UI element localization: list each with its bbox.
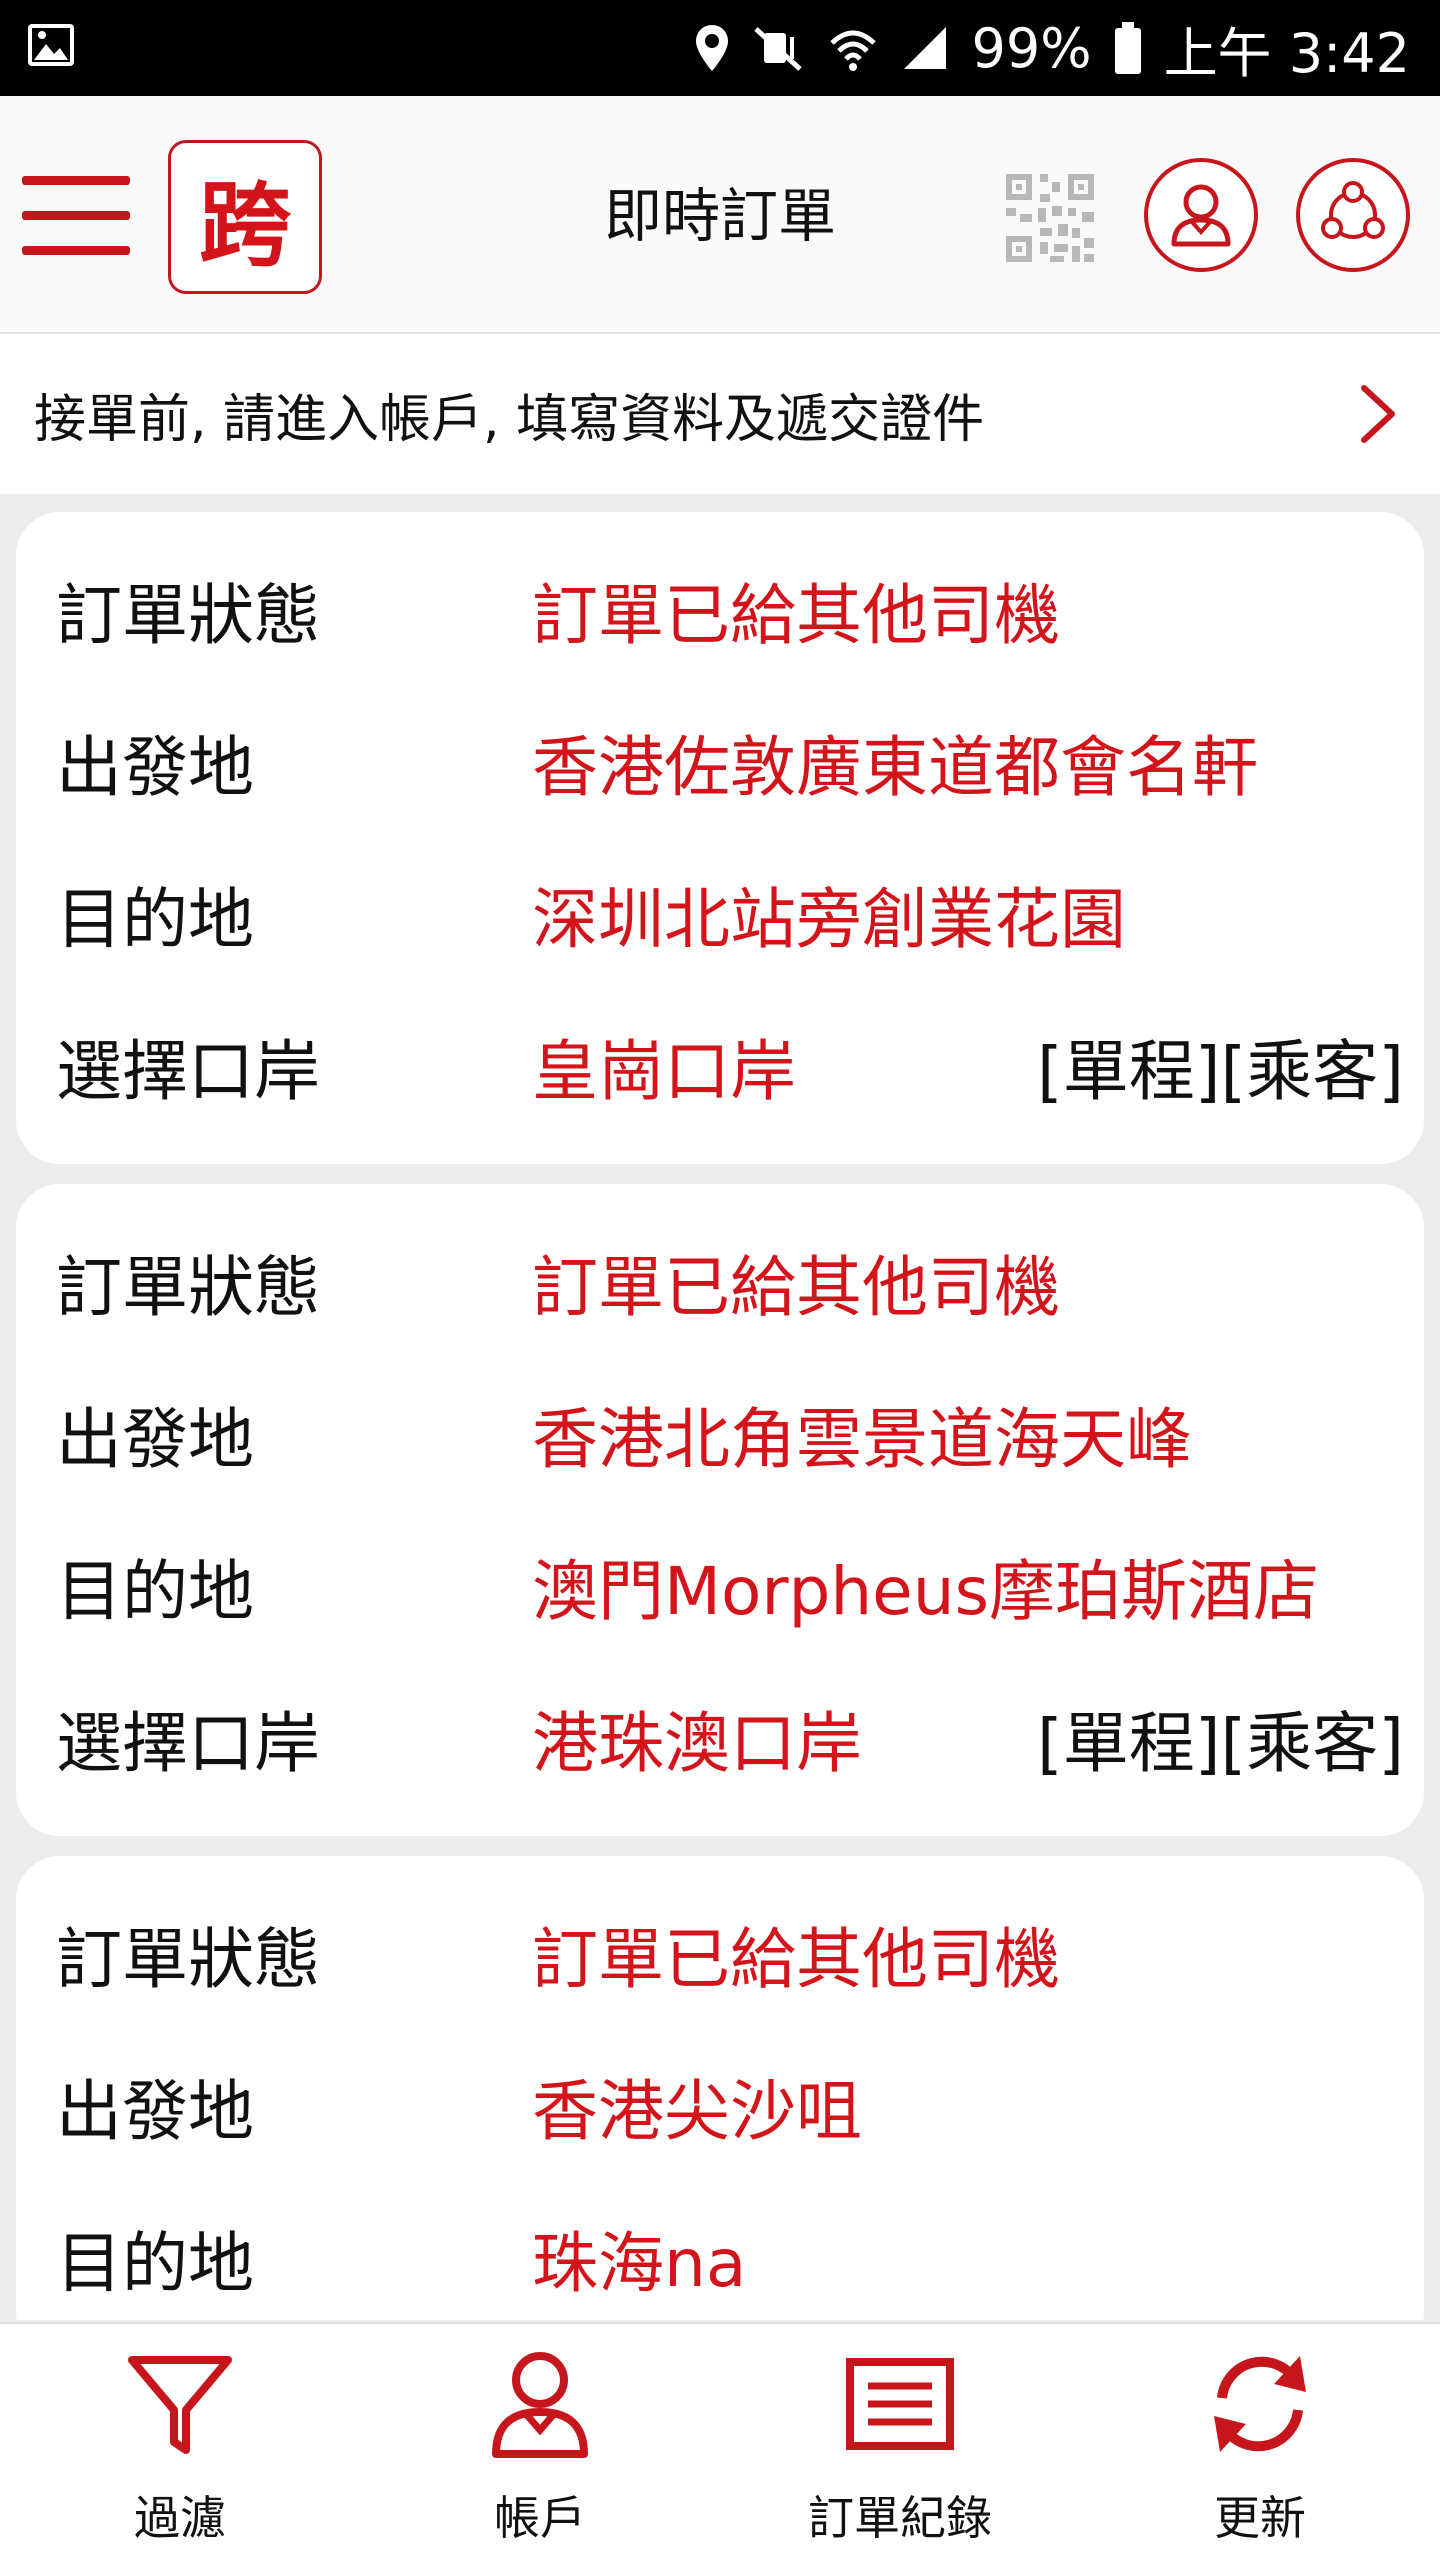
status-label: 訂單狀態 <box>56 1921 320 1998</box>
app-header: 跨 即時訂單 <box>0 96 1440 334</box>
mute-icon <box>752 23 806 73</box>
account-button[interactable] <box>1144 158 1258 272</box>
port-row: 選擇口岸 港珠澳口岸 [單程][乘客] <box>36 1662 1404 1814</box>
order-card[interactable]: 訂單狀態 訂單已給其他司機 出發地 香港北角雲景道海天峰 目的地 澳門Morph… <box>16 1184 1424 1836</box>
origin-row: 出發地 香港北角雲景道海天峰 <box>36 1358 1404 1510</box>
nav-refresh[interactable]: 更新 <box>1080 2324 1440 2562</box>
destination-row: 目的地 澳門Morpheus摩珀斯酒店 <box>36 1510 1404 1662</box>
wifi-icon <box>828 23 878 73</box>
origin-label: 出發地 <box>56 1401 254 1478</box>
status-row: 訂單狀態 訂單已給其他司機 <box>36 1206 1404 1358</box>
destination-value: 珠海na <box>532 2225 747 2302</box>
list-icon <box>846 2358 954 2450</box>
destination-value: 深圳北站旁創業花園 <box>532 881 1126 958</box>
share-button[interactable] <box>1296 158 1410 272</box>
status-label: 訂單狀態 <box>56 1249 320 1326</box>
nav-order-history-label: 訂單紀錄 <box>808 2491 992 2545</box>
battery-level: 99% <box>971 16 1092 80</box>
app-logo: 跨 <box>168 140 322 294</box>
order-list: 訂單狀態 訂單已給其他司機 出發地 香港佐敦廣東道都會名軒 目的地 深圳北站旁創… <box>16 512 1424 2320</box>
location-icon <box>694 23 730 73</box>
battery-icon <box>1114 22 1142 74</box>
trip-tags: [單程][乘客] <box>1037 1033 1404 1110</box>
status-row: 訂單狀態 訂單已給其他司機 <box>36 534 1404 686</box>
destination-value: 澳門Morpheus摩珀斯酒店 <box>532 1553 1320 1630</box>
order-card[interactable]: 訂單狀態 訂單已給其他司機 出發地 香港尖沙咀 目的地 珠海na <box>16 1856 1424 2320</box>
order-card[interactable]: 訂單狀態 訂單已給其他司機 出發地 香港佐敦廣東道都會名軒 目的地 深圳北站旁創… <box>16 512 1424 1164</box>
origin-value: 香港北角雲景道海天峰 <box>532 1401 1192 1478</box>
signal-icon <box>900 23 950 73</box>
trip-tags: [單程][乘客] <box>1037 1705 1404 1782</box>
image-icon <box>26 20 76 70</box>
bottom-nav: 過濾 帳戶 訂單紀錄 更新 <box>0 2322 1440 2562</box>
logo-text: 跨 <box>198 170 291 279</box>
origin-row: 出發地 香港佐敦廣東道都會名軒 <box>36 686 1404 838</box>
nav-order-history[interactable]: 訂單紀錄 <box>720 2324 1080 2562</box>
page-title: 即時訂單 <box>603 182 836 250</box>
status-value: 訂單已給其他司機 <box>532 1921 1060 1998</box>
port-label: 選擇口岸 <box>56 1033 320 1110</box>
qr-code-icon[interactable] <box>1006 174 1094 262</box>
port-value: 港珠澳口岸 <box>532 1705 862 1782</box>
user-icon <box>1171 184 1231 247</box>
status-row: 訂單狀態 訂單已給其他司機 <box>36 1878 1404 2030</box>
status-label: 訂單狀態 <box>56 577 320 654</box>
destination-label: 目的地 <box>56 1553 254 1630</box>
origin-label: 出發地 <box>56 729 254 806</box>
filter-icon <box>128 2356 232 2454</box>
destination-label: 目的地 <box>56 2225 254 2302</box>
refresh-icon <box>1214 2356 1306 2452</box>
port-label: 選擇口岸 <box>56 1705 320 1782</box>
nav-filter[interactable]: 過濾 <box>0 2324 360 2562</box>
port-row: 選擇口岸 皇崗口岸 [單程][乘客] <box>36 990 1404 1142</box>
origin-value: 香港佐敦廣東道都會名軒 <box>532 729 1258 806</box>
origin-row: 出發地 香港尖沙咀 <box>36 2030 1404 2182</box>
status-bar: 99% 上午 3:42 <box>0 0 1440 96</box>
origin-value: 香港尖沙咀 <box>532 2073 862 2150</box>
nav-account-label: 帳戶 <box>494 2491 586 2545</box>
nav-account[interactable]: 帳戶 <box>360 2324 720 2562</box>
port-value: 皇崗口岸 <box>532 1033 796 1110</box>
clock: 上午 3:42 <box>1163 21 1410 85</box>
menu-icon <box>22 176 130 185</box>
notice-text: 接單前, 請進入帳戶, 填寫資料及遞交證件 <box>34 389 985 450</box>
menu-button[interactable] <box>22 176 130 256</box>
destination-row: 目的地 深圳北站旁創業花園 <box>36 838 1404 990</box>
status-value: 訂單已給其他司機 <box>532 1249 1060 1326</box>
origin-label: 出發地 <box>56 2073 254 2150</box>
status-value: 訂單已給其他司機 <box>532 577 1060 654</box>
user-icon <box>492 2352 588 2458</box>
profile-notice-bar[interactable]: 接單前, 請進入帳戶, 填寫資料及遞交證件 <box>0 334 1440 494</box>
chevron-right-icon <box>1361 385 1395 443</box>
destination-label: 目的地 <box>56 881 254 958</box>
share-icon <box>1321 181 1385 239</box>
destination-row: 目的地 珠海na <box>36 2182 1404 2320</box>
nav-filter-label: 過濾 <box>134 2491 226 2545</box>
nav-refresh-label: 更新 <box>1214 2491 1306 2545</box>
